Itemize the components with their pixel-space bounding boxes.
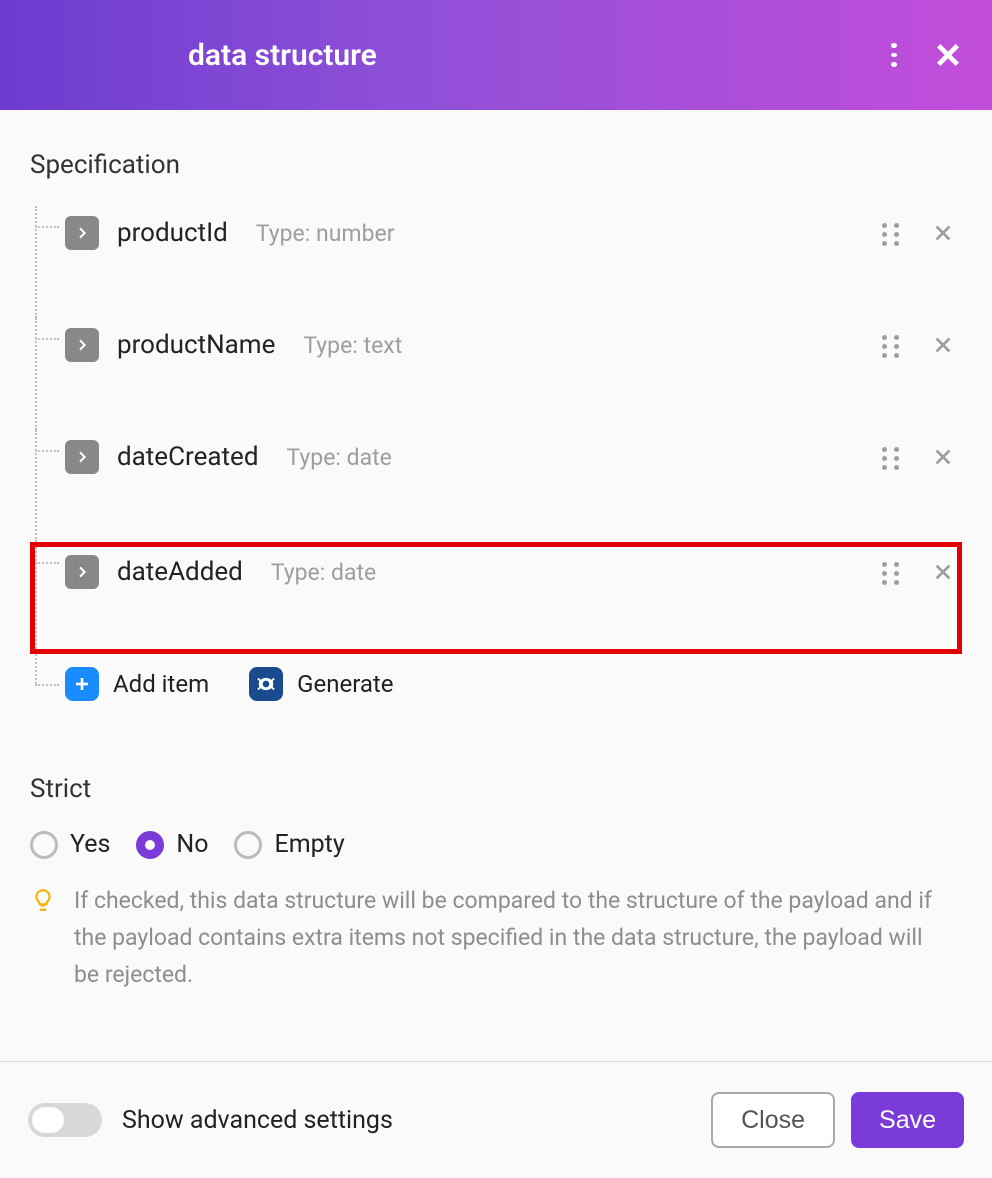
more-options-icon[interactable] [882, 43, 906, 67]
drag-handle-icon[interactable] [882, 562, 902, 582]
field-type: Type: date [286, 444, 391, 471]
strict-option-yes[interactable]: Yes [30, 830, 110, 859]
strict-option-no[interactable]: No [136, 830, 208, 859]
generate-icon[interactable] [249, 667, 283, 701]
close-dialog-icon[interactable] [934, 41, 962, 69]
add-item-button[interactable]: Add item [113, 670, 209, 698]
spec-item-productName[interactable]: productName Type: text [30, 318, 962, 430]
strict-radio-group: Yes No Empty [30, 830, 962, 859]
delete-icon[interactable] [932, 334, 954, 356]
drag-handle-icon[interactable] [882, 447, 902, 467]
strict-hint-text: If checked, this data structure will be … [74, 883, 952, 993]
field-type: Type: text [303, 332, 402, 359]
drag-handle-icon[interactable] [882, 335, 902, 355]
field-name: dateAdded [117, 557, 243, 587]
specification-list: productId Type: number productName Type:… [30, 206, 962, 714]
specification-label: Specification [30, 150, 962, 180]
delete-icon[interactable] [932, 561, 954, 583]
strict-option-empty[interactable]: Empty [234, 830, 344, 859]
delete-icon[interactable] [932, 446, 954, 468]
header: data structure [0, 0, 992, 110]
field-name: productName [117, 330, 275, 360]
expand-icon[interactable] [65, 555, 99, 589]
expand-icon[interactable] [65, 328, 99, 362]
spec-item-productId[interactable]: productId Type: number [30, 206, 962, 318]
generate-button[interactable]: Generate [297, 670, 393, 698]
field-name: productId [117, 218, 228, 248]
drag-handle-icon[interactable] [882, 223, 902, 243]
footer: Show advanced settings Close Save [0, 1061, 992, 1178]
advanced-settings-toggle[interactable] [28, 1103, 102, 1137]
close-button[interactable]: Close [711, 1092, 835, 1148]
field-name: dateCreated [117, 442, 258, 472]
expand-icon[interactable] [65, 216, 99, 250]
field-type: Type: number [256, 220, 395, 247]
add-item-icon[interactable] [65, 667, 99, 701]
spec-actions-row: Add item Generate [30, 654, 962, 714]
lightbulb-icon [30, 887, 56, 913]
spec-item-dateAdded[interactable]: dateAdded Type: date [30, 542, 962, 654]
save-button[interactable]: Save [851, 1092, 964, 1148]
strict-label: Strict [30, 774, 962, 804]
spec-item-dateCreated[interactable]: dateCreated Type: date [30, 430, 962, 542]
advanced-settings-label: Show advanced settings [122, 1106, 393, 1135]
delete-icon[interactable] [932, 222, 954, 244]
expand-icon[interactable] [65, 440, 99, 474]
page-title: data structure [188, 38, 377, 73]
field-type: Type: date [271, 559, 376, 586]
